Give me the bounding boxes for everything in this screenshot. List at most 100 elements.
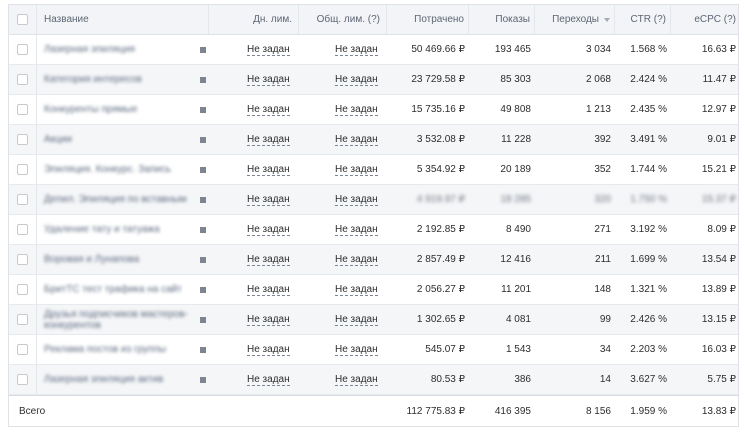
sort-desc-icon[interactable] — [604, 17, 610, 22]
row-checkbox[interactable] — [17, 224, 28, 235]
row-checkbox[interactable] — [17, 374, 28, 385]
row-checkbox[interactable] — [17, 194, 28, 205]
square-status-icon[interactable] — [200, 226, 206, 233]
campaign-name-link[interactable]: Категория интересов — [44, 74, 194, 85]
clicks-cell: 3 034 — [585, 44, 611, 55]
col-header-day-limit[interactable]: Дн. лим. — [209, 5, 299, 34]
square-status-icon[interactable] — [200, 286, 206, 293]
select-all-checkbox[interactable] — [17, 14, 28, 25]
campaign-name-link[interactable]: Друзья подписчиков мастеров-конкурентов — [44, 309, 194, 331]
campaign-name-cell: Реклама постов из группы — [37, 335, 197, 364]
clicks-cell: 148 — [594, 284, 611, 295]
day-limit-link[interactable]: Не задан — [247, 314, 290, 326]
square-status-icon[interactable] — [200, 346, 206, 353]
row-checkbox[interactable] — [17, 134, 28, 145]
total-limit-link[interactable]: Не задан — [335, 104, 378, 116]
total-limit-cell: Не задан — [299, 65, 387, 94]
total-limit-link[interactable]: Не задан — [335, 374, 378, 386]
row-checkbox[interactable] — [17, 254, 28, 265]
campaign-name-cell: Лазерная эпиляция — [37, 35, 197, 64]
impressions-cell: 12 416 — [500, 254, 531, 265]
square-status-icon[interactable] — [200, 166, 206, 173]
total-limit-link[interactable]: Не задан — [335, 224, 378, 236]
campaign-name-link[interactable]: Воровая и Лунапова — [44, 254, 194, 265]
day-limit-cell: Не задан — [209, 215, 299, 244]
total-limit-link[interactable]: Не задан — [335, 74, 378, 86]
square-status-icon[interactable] — [200, 76, 206, 83]
day-limit-cell: Не задан — [209, 335, 299, 364]
total-limit-link[interactable]: Не задан — [335, 194, 378, 206]
table-row: Депил. Эпиляция по вставным Не задан Не за… — [9, 185, 738, 215]
total-limit-link[interactable]: Не задан — [335, 164, 378, 176]
col-header-ecpc[interactable]: eCPC (?) — [671, 5, 740, 34]
ctr-cell: 2.426 % — [630, 314, 667, 325]
day-limit-link[interactable]: Не задан — [247, 134, 290, 146]
col-header-ctr[interactable]: CTR (?) — [615, 5, 671, 34]
campaign-name-link[interactable]: Эпиляция. Конкурс. Запись — [44, 164, 194, 175]
square-status-icon[interactable] — [200, 196, 206, 203]
total-limit-link[interactable]: Не задан — [335, 284, 378, 296]
table-row: Лазерная эпиляция Не задан Не задан 50 469.… — [9, 35, 738, 65]
spent-cell: 50 469.66 ₽ — [411, 44, 465, 55]
day-limit-link[interactable]: Не задан — [247, 224, 290, 236]
campaign-name-link[interactable]: Акции — [44, 134, 194, 145]
col-header-spent[interactable]: Потрачено — [387, 5, 469, 34]
col-header-impressions[interactable]: Показы — [469, 5, 535, 34]
row-checkbox[interactable] — [17, 104, 28, 115]
ecpc-cell: 13.15 ₽ — [701, 314, 736, 325]
square-status-icon[interactable] — [200, 316, 206, 323]
day-limit-link[interactable]: Не задан — [247, 194, 290, 206]
total-limit-cell: Не задан — [299, 95, 387, 124]
impressions-cell: 85 303 — [500, 74, 531, 85]
col-header-clicks[interactable]: Переходы — [535, 5, 615, 34]
day-limit-link[interactable]: Не задан — [247, 44, 290, 56]
square-status-icon[interactable] — [200, 46, 206, 53]
square-status-icon[interactable] — [200, 106, 206, 113]
day-limit-cell: Не задан — [209, 305, 299, 334]
row-checkbox[interactable] — [17, 284, 28, 295]
day-limit-link[interactable]: Не задан — [247, 164, 290, 176]
row-checkbox[interactable] — [17, 44, 28, 55]
total-limit-link[interactable]: Не задан — [335, 44, 378, 56]
total-label: Всего — [19, 405, 46, 417]
row-checkbox[interactable] — [17, 314, 28, 325]
campaign-name-link[interactable]: Лазерная эпиляция актив — [44, 374, 194, 385]
ctr-cell: 1.744 % — [630, 164, 667, 175]
total-limit-link[interactable]: Не задан — [335, 314, 378, 326]
col-header-name[interactable]: Название — [37, 5, 209, 34]
day-limit-link[interactable]: Не задан — [247, 74, 290, 86]
col-header-total-limit[interactable]: Общ. лим. (?) — [299, 5, 387, 34]
impressions-cell: 193 465 — [494, 44, 531, 55]
day-limit-link[interactable]: Не задан — [247, 104, 290, 116]
day-limit-link[interactable]: Не задан — [247, 254, 290, 266]
total-limit-link[interactable]: Не задан — [335, 254, 378, 266]
spent-cell: 2 192.85 ₽ — [416, 224, 465, 235]
day-limit-link[interactable]: Не задан — [247, 284, 290, 296]
row-checkbox[interactable] — [17, 74, 28, 85]
spent-cell: 2 056.27 ₽ — [416, 284, 465, 295]
campaign-name-link[interactable]: Удаление тату и татуажа — [44, 224, 194, 235]
campaign-status-cell — [197, 65, 209, 94]
day-limit-link[interactable]: Не задан — [247, 344, 290, 356]
impressions-cell: 11 228 — [501, 134, 531, 145]
campaign-name-link[interactable]: Реклама постов из группы — [44, 344, 194, 355]
total-limit-cell: Не задан — [299, 305, 387, 334]
ecpc-cell: 9.01 ₽ — [707, 134, 736, 145]
square-status-icon[interactable] — [200, 256, 206, 263]
campaign-name-link[interactable]: Депил. Эпиляция по вставным — [44, 194, 194, 205]
row-select-cell — [9, 65, 37, 94]
row-checkbox[interactable] — [17, 344, 28, 355]
total-limit-link[interactable]: Не задан — [335, 134, 378, 146]
campaign-name-link[interactable]: Лазерная эпиляция — [44, 44, 194, 55]
day-limit-link[interactable]: Не задан — [247, 374, 290, 386]
campaign-name-link[interactable]: БритТС тест трафика на сайт — [44, 284, 194, 295]
campaign-name-cell: Удаление тату и татуажа — [37, 215, 197, 244]
ctr-cell: 1.321 % — [630, 284, 667, 295]
campaign-name-link[interactable]: Конкуренты прямые — [44, 104, 194, 115]
square-status-icon[interactable] — [200, 136, 206, 143]
campaign-name-cell: Воровая и Лунапова — [37, 245, 197, 274]
ecpc-cell: 16.63 ₽ — [701, 44, 736, 55]
total-limit-link[interactable]: Не задан — [335, 344, 378, 356]
square-status-icon[interactable] — [200, 376, 206, 383]
row-checkbox[interactable] — [17, 164, 28, 175]
